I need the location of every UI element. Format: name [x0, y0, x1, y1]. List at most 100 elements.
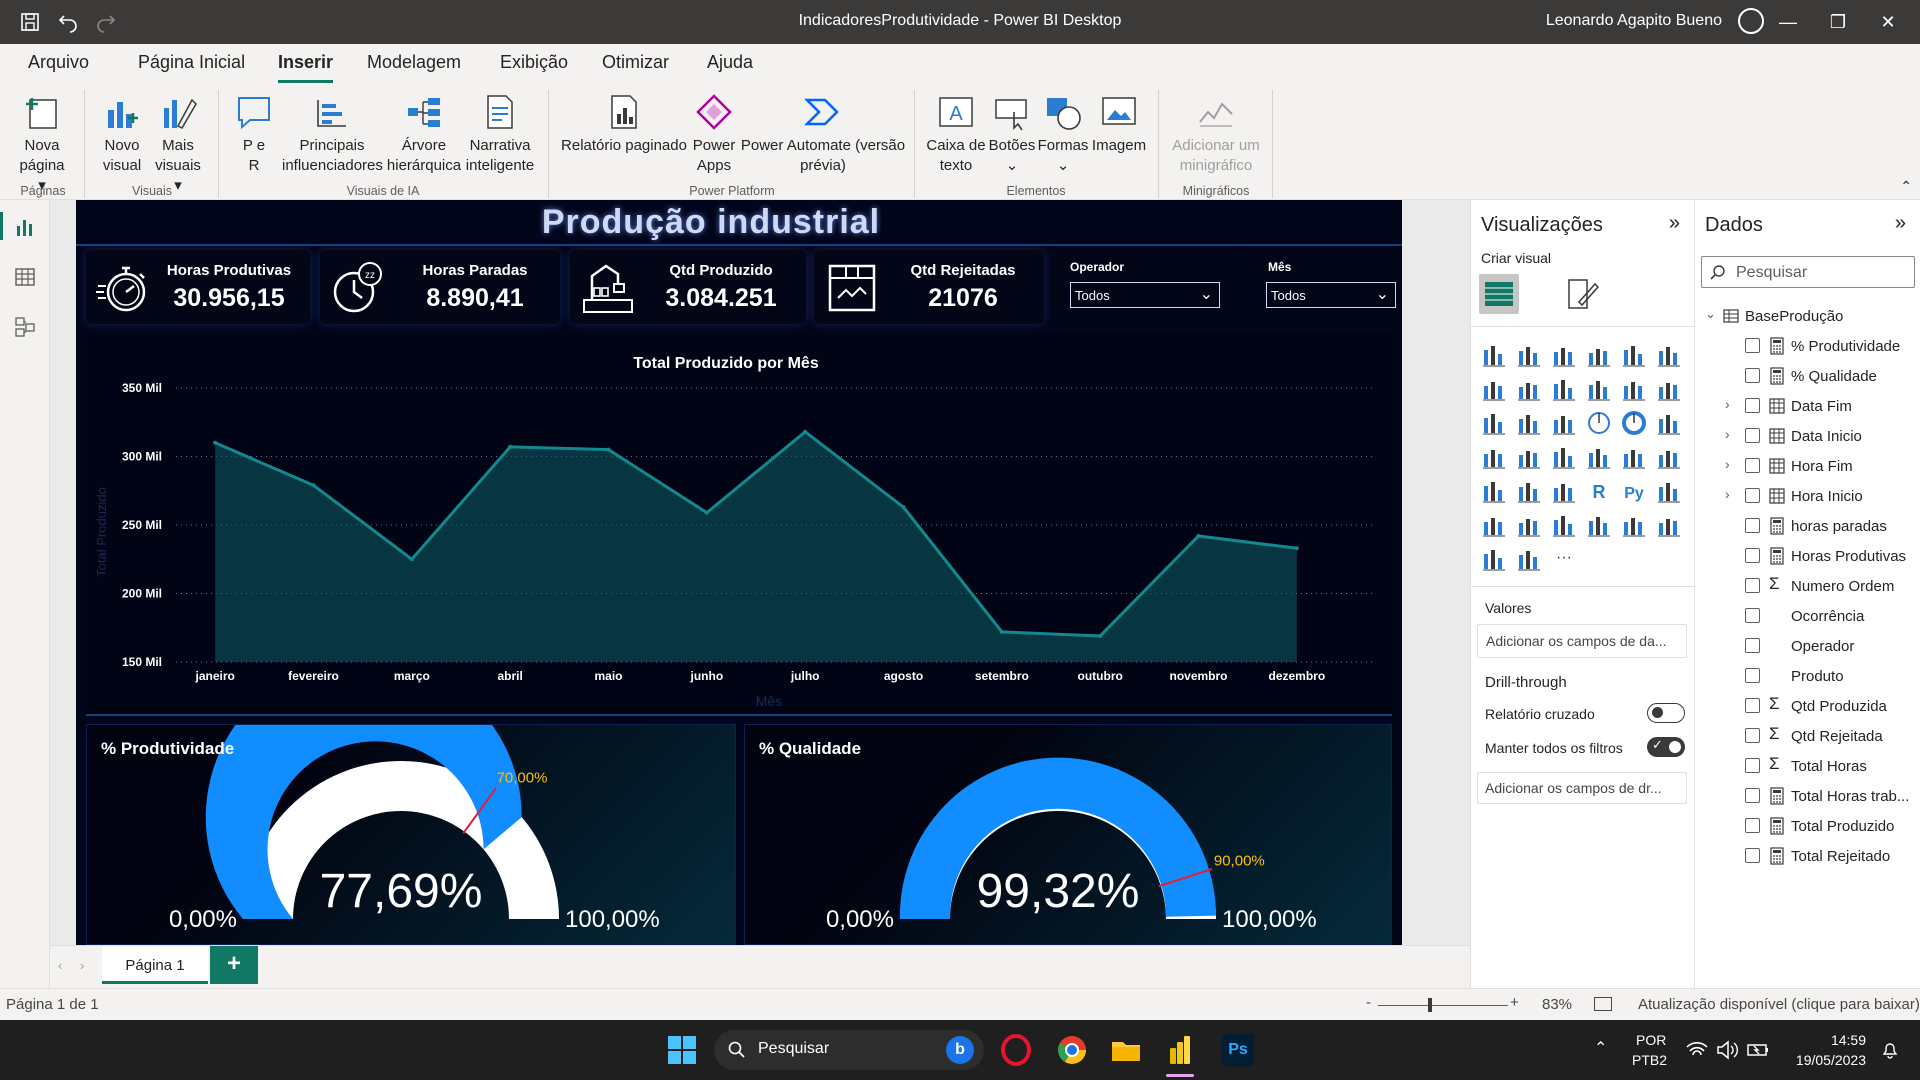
more-visual-icon[interactable]: ··· [1551, 546, 1577, 572]
scatter-visual-icon[interactable] [1551, 410, 1577, 436]
produtividade-gauge[interactable]: % Produtividade 70,00% 77,69% 0,00% 100,00% [86, 659, 736, 945]
prev-page-icon[interactable]: ‹ [58, 958, 62, 973]
tab-exibicao[interactable]: Exibição [500, 52, 568, 73]
minigrafico-button[interactable]: Adicionar um minigráfico [1164, 92, 1268, 176]
qualidade-gauge[interactable]: % Qualidade 90,00% 99,32% 0,00% 100,00% [744, 724, 1392, 945]
field-item[interactable]: horas paradas [1695, 512, 1920, 542]
valores-drop-zone[interactable]: Adicionar os campos de da... [1477, 624, 1687, 658]
wifi-icon[interactable] [1686, 1040, 1708, 1060]
gauge-visual-icon[interactable] [1551, 444, 1577, 470]
tab-inserir[interactable]: Inserir [278, 52, 334, 83]
data-point[interactable] [606, 447, 611, 452]
data-point[interactable] [213, 440, 218, 445]
collapse-chevron-icon[interactable]: » [1669, 212, 1680, 235]
stacked-column-visual-icon[interactable] [1516, 342, 1542, 368]
field-item[interactable]: Total Horas trab... [1695, 782, 1920, 812]
power-apps-button[interactable]: Power Apps [688, 92, 740, 176]
zoom-slider-handle[interactable] [1428, 998, 1432, 1012]
pe-r-button[interactable]: P e R [230, 92, 278, 176]
data-point[interactable] [311, 483, 316, 488]
chevron-right-icon[interactable]: › [1725, 396, 1730, 412]
nova-pagina-button[interactable]: Nova página ▾ [14, 92, 70, 196]
card-visual-icon[interactable] [1586, 444, 1612, 470]
photoshop-icon[interactable]: Ps [1222, 1034, 1254, 1066]
format-visual-tab[interactable] [1561, 274, 1601, 314]
build-visual-tab[interactable] [1479, 274, 1519, 314]
report-page[interactable]: Produção industrial Horas Produtivas 30.… [76, 200, 1402, 945]
close-icon[interactable]: ✕ [1874, 8, 1902, 36]
map-visual-icon[interactable] [1481, 444, 1507, 470]
data-point[interactable] [409, 557, 414, 562]
imagem-button[interactable]: Imagem [1090, 92, 1148, 156]
field-checkbox[interactable] [1745, 608, 1760, 623]
100-bar-visual-icon[interactable] [1621, 342, 1647, 368]
formas-button[interactable]: Formas ⌄ [1036, 92, 1090, 176]
relatorio-paginado-button[interactable]: Relatório paginado [558, 92, 690, 156]
field-checkbox[interactable] [1745, 758, 1760, 773]
notification-icon[interactable] [1880, 1040, 1900, 1060]
tab-otimizar[interactable]: Otimizar [602, 52, 669, 73]
area-chart[interactable]: Total Produzido por Mês Total Produzido … [86, 332, 1392, 716]
field-checkbox[interactable] [1745, 818, 1760, 833]
data-point[interactable] [999, 629, 1004, 634]
fit-to-page-icon[interactable] [1594, 997, 1612, 1011]
search-field[interactable]: Pesquisar [1701, 256, 1915, 288]
python-visual-icon[interactable]: Py [1621, 478, 1647, 504]
data-point[interactable] [508, 444, 513, 449]
area-visual-icon[interactable] [1516, 376, 1542, 402]
field-item[interactable]: › Hora Inicio [1695, 482, 1920, 512]
donut-visual-icon[interactable] [1621, 410, 1647, 436]
decomposition-tree-visual-icon[interactable] [1481, 512, 1507, 538]
field-item[interactable]: Total Rejeitado [1695, 842, 1920, 872]
clustered-column-visual-icon[interactable] [1586, 342, 1612, 368]
file-explorer-icon[interactable] [1110, 1034, 1142, 1066]
zoom-slider[interactable] [1378, 1005, 1508, 1006]
stacked-bar-visual-icon[interactable] [1481, 342, 1507, 368]
field-item[interactable]: Produto [1695, 662, 1920, 692]
chevron-up-icon[interactable]: ⌃ [1594, 1038, 1607, 1058]
tab-arquivo[interactable]: Arquivo [28, 52, 89, 73]
zoom-out-button[interactable]: - [1366, 994, 1371, 1011]
treemap-visual-icon[interactable] [1656, 410, 1682, 436]
tab-modelagem[interactable]: Modelagem [367, 52, 461, 73]
field-item[interactable]: Σ Numero Ordem [1695, 572, 1920, 602]
report-view-icon[interactable] [14, 216, 36, 238]
field-checkbox[interactable] [1745, 788, 1760, 803]
field-item[interactable]: Ocorrência [1695, 602, 1920, 632]
field-checkbox[interactable] [1745, 368, 1760, 383]
field-checkbox[interactable] [1745, 638, 1760, 653]
data-point[interactable] [901, 505, 906, 510]
restore-icon[interactable]: ❐ [1824, 8, 1852, 36]
clock-date[interactable]: 19/05/2023 [1788, 1052, 1866, 1068]
taskbar-search[interactable]: Pesquisar b [714, 1030, 984, 1070]
r-script-visual-icon[interactable]: R [1586, 478, 1612, 504]
power-automate-button[interactable]: Power Automate (versão prévia) [740, 92, 906, 176]
mais-visuais-button[interactable]: Mais visuais ▾ [150, 92, 206, 196]
field-checkbox[interactable] [1745, 578, 1760, 593]
field-checkbox[interactable] [1745, 668, 1760, 683]
line-column-visual-icon[interactable] [1586, 376, 1612, 402]
funnel-visual-icon[interactable] [1516, 410, 1542, 436]
slicer-visual-icon[interactable] [1481, 478, 1507, 504]
model-view-icon[interactable] [14, 316, 36, 338]
waterfall-visual-icon[interactable] [1481, 410, 1507, 436]
data-point[interactable] [803, 429, 808, 434]
field-item[interactable]: Σ Total Horas [1695, 752, 1920, 782]
narrativa-inteligente-button[interactable]: Narrativa inteligente [464, 92, 536, 176]
update-notice[interactable]: Atualização disponível (clique para baix… [1638, 996, 1920, 1013]
bing-icon[interactable]: b [946, 1036, 974, 1064]
matrix-visual-icon[interactable] [1551, 478, 1577, 504]
manter-filtros-toggle[interactable]: ✓ [1647, 737, 1685, 757]
power-bi-icon[interactable] [1164, 1034, 1196, 1066]
data-point[interactable] [1196, 533, 1201, 538]
table-view-icon[interactable] [14, 266, 36, 288]
field-item[interactable]: % Produtividade [1695, 332, 1920, 362]
azure-map-visual-icon[interactable] [1656, 512, 1682, 538]
line-visual-icon[interactable] [1481, 376, 1507, 402]
field-checkbox[interactable] [1745, 518, 1760, 533]
operador-dropdown[interactable]: Todos ⌄ [1070, 282, 1220, 308]
tab-ajuda[interactable]: Ajuda [707, 52, 753, 73]
novo-visual-button[interactable]: Novo visual [96, 92, 148, 176]
add-page-button[interactable]: + [210, 946, 258, 984]
avatar[interactable] [1738, 8, 1764, 34]
